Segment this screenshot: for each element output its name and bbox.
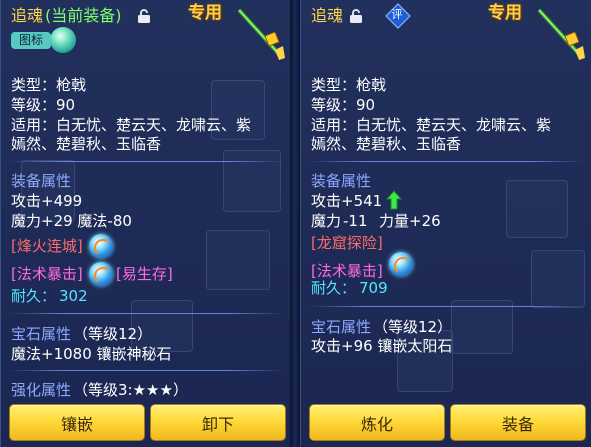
orb-icon	[389, 252, 413, 276]
gem-line: 魔法+1080 镶嵌神秘石	[11, 345, 172, 363]
magic-prefix: 魔力	[311, 212, 342, 230]
tooltip-compare-equipment: 追魂 评 专用 类型：枪戟 等级：90 适用：白无忧、楚云天、龙啸云、紫 嫣然、…	[300, 0, 591, 447]
equip-button[interactable]: 装备	[450, 404, 586, 441]
attack-line: 攻击+499	[11, 192, 83, 210]
level-line: 等级：90	[311, 96, 376, 114]
spear-icon	[237, 8, 285, 60]
icon-badge: 图标	[11, 32, 51, 49]
level-line: 等级：90	[11, 96, 76, 114]
skill-3: [易生存]	[116, 265, 173, 283]
background-slot	[531, 250, 585, 308]
enhance-level: （等级3:★★★）	[73, 381, 188, 399]
strength-line: 力量+26	[379, 212, 441, 230]
item-name: 追魂	[11, 6, 44, 25]
suits-line-2: 嫣然、楚碧秋、玉临香	[311, 135, 462, 153]
panel-gap	[290, 0, 300, 447]
orb-icon	[89, 234, 113, 258]
item-name: 追魂	[311, 6, 344, 25]
attack-line: 攻击+541	[311, 192, 383, 210]
gem-title: 宝石属性	[311, 318, 372, 336]
orb-icon	[89, 262, 113, 286]
ping-badge-icon[interactable]: 评	[385, 3, 411, 29]
background-slot	[506, 180, 568, 238]
gem-level: （等级12）	[373, 318, 453, 336]
magic-line: 魔力+29 魔法-80	[11, 212, 132, 230]
skill-1: [烽火连城]	[11, 237, 83, 255]
unequip-button[interactable]: 卸下	[150, 404, 286, 441]
divider	[309, 306, 584, 307]
tooltip-current-equipment: 追魂 (当前装备) 专用 图标 类型：枪戟 等级：90 适用：白无忧、楚云天、龙…	[0, 0, 292, 447]
divider	[9, 370, 284, 371]
type-line: 类型：枪戟	[11, 76, 87, 94]
divider	[9, 161, 284, 162]
durability-value: 709	[359, 279, 388, 297]
equip-attr-title: 装备属性	[311, 172, 372, 190]
durability-value: 302	[59, 287, 88, 305]
skill-2: [法术暴击]	[11, 265, 83, 283]
durability-label: 耐久：	[11, 287, 57, 305]
divider	[9, 313, 284, 314]
background-slot	[451, 300, 513, 354]
suits-line-2: 嫣然、楚碧秋、玉临香	[11, 135, 162, 153]
skill-1: [龙窟探险]	[311, 234, 383, 252]
special-label: 专用	[488, 3, 522, 23]
equipped-tag: (当前装备)	[45, 6, 122, 25]
enhance-title: 强化属性	[11, 381, 72, 399]
lock-icon[interactable]	[349, 8, 363, 24]
divider	[309, 161, 584, 162]
orb-icon	[50, 27, 76, 53]
refine-button[interactable]: 炼化	[309, 404, 445, 441]
suits-line-1: 适用：白无忧、楚云天、龙啸云、紫	[311, 116, 552, 134]
durability-label: 耐久：	[311, 279, 357, 297]
special-label: 专用	[188, 3, 222, 23]
equip-attr-title: 装备属性	[11, 172, 72, 190]
background-slot	[206, 230, 270, 290]
gem-title: 宝石属性	[11, 325, 72, 343]
type-line: 类型：枪戟	[311, 76, 387, 94]
magic-value: -11	[343, 212, 368, 230]
gem-line: 攻击+96 镶嵌太阳石	[311, 337, 453, 355]
lock-icon[interactable]	[137, 8, 151, 24]
spear-icon	[537, 8, 585, 60]
background-slot	[223, 150, 281, 212]
suits-line-1: 适用：白无忧、楚云天、龙啸云、紫	[11, 116, 252, 134]
gem-level: （等级12）	[73, 325, 153, 343]
arrow-up-icon	[386, 190, 402, 210]
inlay-button[interactable]: 镶嵌	[9, 404, 145, 441]
